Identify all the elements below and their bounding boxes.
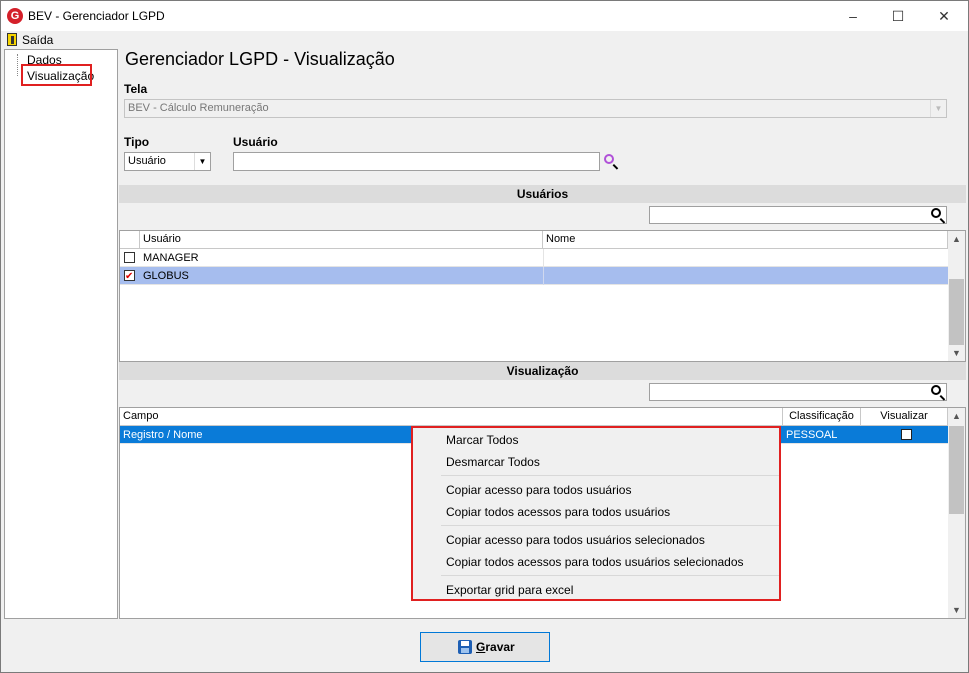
view-scrollbar[interactable]: ▲ ▼ bbox=[948, 408, 965, 618]
row-checkbox-checked[interactable] bbox=[124, 268, 135, 286]
menu-item-desmarcar-todos[interactable]: Desmarcar Todos bbox=[446, 455, 540, 469]
scroll-up-icon[interactable]: ▲ bbox=[948, 408, 965, 424]
tipo-select[interactable]: Usuário ▼ bbox=[124, 152, 211, 171]
menu-exit[interactable]: Saída bbox=[22, 33, 53, 47]
users-grid: Usuário Nome MANAGER GLOBUS ▲ ▼ bbox=[119, 230, 966, 362]
view-filter-input[interactable] bbox=[649, 383, 947, 401]
save-button[interactable]: Gravar bbox=[420, 632, 550, 662]
column-header-visualizar[interactable]: Visualizar bbox=[861, 408, 948, 426]
menu-separator bbox=[441, 475, 779, 476]
tela-value: BEV - Cálculo Remuneração bbox=[128, 102, 269, 114]
scroll-down-icon[interactable]: ▼ bbox=[948, 345, 965, 361]
row-name bbox=[543, 249, 544, 267]
scroll-down-icon[interactable]: ▼ bbox=[948, 602, 965, 618]
app-logo-icon: G bbox=[7, 8, 23, 24]
tipo-value: Usuário bbox=[128, 155, 166, 167]
table-row[interactable]: MANAGER bbox=[120, 249, 948, 267]
context-menu: Marcar Todos Desmarcar Todos Copiar aces… bbox=[411, 426, 781, 601]
usuario-label: Usuário bbox=[233, 135, 278, 149]
page-title: Gerenciador LGPD - Visualização bbox=[125, 49, 395, 69]
close-button[interactable]: ✕ bbox=[921, 1, 967, 31]
menu-separator bbox=[441, 575, 779, 576]
column-header-classificacao[interactable]: Classificação bbox=[783, 408, 861, 426]
tree-connector bbox=[17, 54, 18, 76]
window-title: BEV - Gerenciador LGPD bbox=[28, 9, 165, 23]
tipo-label: Tipo bbox=[124, 135, 150, 149]
minimize-button[interactable]: – bbox=[830, 1, 876, 31]
scroll-thumb[interactable] bbox=[949, 426, 964, 514]
users-filter-input[interactable] bbox=[649, 206, 947, 224]
maximize-button[interactable]: ☐ bbox=[875, 1, 921, 31]
menu-item-copiar-acesso-todos[interactable]: Copiar acesso para todos usuários bbox=[446, 483, 631, 497]
exit-door-icon[interactable] bbox=[7, 33, 17, 46]
tela-select: BEV - Cálculo Remuneração ▼ bbox=[124, 99, 947, 118]
view-section-header: Visualização bbox=[119, 362, 966, 380]
sidebar-highlight-box bbox=[21, 64, 92, 86]
save-button-label: Gravar bbox=[476, 640, 515, 654]
row-visualizar-checkbox[interactable] bbox=[901, 429, 912, 440]
usuario-input[interactable] bbox=[233, 152, 600, 171]
floppy-disk-icon bbox=[458, 640, 472, 654]
column-header-campo[interactable]: Campo bbox=[120, 408, 783, 426]
scroll-thumb[interactable] bbox=[949, 279, 964, 345]
grid-header-checkbox bbox=[120, 231, 140, 249]
search-icon[interactable] bbox=[931, 385, 941, 395]
title-bar: G BEV - Gerenciador LGPD – ☐ ✕ bbox=[1, 1, 968, 31]
row-classificacao: PESSOAL bbox=[786, 429, 838, 441]
users-scrollbar[interactable]: ▲ ▼ bbox=[948, 231, 965, 361]
search-icon[interactable] bbox=[604, 154, 614, 164]
chevron-down-icon[interactable]: ▼ bbox=[194, 153, 210, 170]
tela-label: Tela bbox=[124, 82, 148, 96]
menu-item-copiar-todos-acessos-selecionados[interactable]: Copiar todos acessos para todos usuários… bbox=[446, 555, 744, 569]
sidebar-tree: Dados Visualização bbox=[4, 49, 118, 619]
table-row-selected[interactable]: GLOBUS bbox=[120, 267, 948, 286]
row-user: MANAGER bbox=[143, 252, 199, 264]
row-name bbox=[543, 267, 544, 285]
menu-item-marcar-todos[interactable]: Marcar Todos bbox=[446, 433, 518, 447]
scroll-up-icon[interactable]: ▲ bbox=[948, 231, 965, 247]
column-header-usuario[interactable]: Usuário bbox=[140, 231, 543, 249]
menu-item-exportar-excel[interactable]: Exportar grid para excel bbox=[446, 583, 573, 597]
search-icon[interactable] bbox=[931, 208, 941, 218]
menu-item-copiar-todos-acessos-todos[interactable]: Copiar todos acessos para todos usuários bbox=[446, 505, 670, 519]
users-section-header: Usuários bbox=[119, 185, 966, 203]
menu-separator bbox=[441, 525, 779, 526]
app-window: G BEV - Gerenciador LGPD – ☐ ✕ Saída Dad… bbox=[0, 0, 969, 673]
menu-item-copiar-acesso-selecionados[interactable]: Copiar acesso para todos usuários seleci… bbox=[446, 533, 705, 547]
chevron-down-icon: ▼ bbox=[930, 100, 946, 117]
menu-bar: Saída bbox=[1, 31, 968, 48]
row-campo: Registro / Nome bbox=[123, 429, 203, 441]
row-checkbox[interactable] bbox=[124, 252, 135, 263]
row-user: GLOBUS bbox=[143, 270, 189, 282]
column-header-nome[interactable]: Nome bbox=[543, 231, 948, 249]
